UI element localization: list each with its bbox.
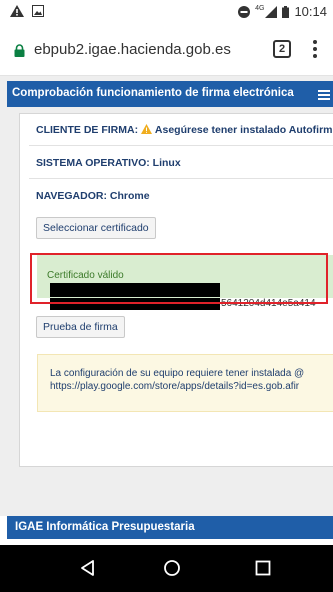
client-label: CLIENTE DE FIRMA: [36,124,139,136]
address-bar[interactable]: ebpub2.igae.hacienda.gob.es [34,41,231,58]
configuration-notice: La configuración de su equipo requiere t… [37,354,333,412]
tab-switcher-button[interactable]: 2 [273,40,291,58]
warning-notification-icon [10,5,24,17]
os-label: SISTEMA OPERATIVO: [36,157,150,169]
client-value: Asegúrese tener instalado Autofirm [154,124,333,136]
signal-icon [265,5,278,18]
recents-icon[interactable] [253,558,273,578]
browser-row: NAVEGADOR: Chrome [36,190,150,202]
hamburger-menu-icon[interactable] [318,90,330,102]
notice-text: La configuración de su equipo requiere t… [50,368,305,379]
os-row: SISTEMA OPERATIVO: Linux [36,157,181,169]
browser-toolbar: ebpub2.igae.hacienda.gob.es 2 [0,26,333,76]
page-title: Comprobación funcionamiento de firma ele… [12,87,294,99]
test-signature-button[interactable]: Prueba de firma [36,316,125,338]
footer-title: IGAE Informática Presupuestaria [15,521,195,533]
select-certificate-button[interactable]: Seleccionar certificado [36,217,156,239]
back-icon[interactable] [78,558,98,578]
autofirma-store-link[interactable]: https://play.google.com/store/apps/detai… [50,381,299,392]
os-value: Linux [149,157,181,169]
status-bar: 4G 10:14 [0,0,333,26]
image-notification-icon [32,5,44,17]
divider [29,145,333,146]
do-not-disturb-icon [238,5,251,18]
home-icon[interactable] [162,558,182,578]
highlight-annotation-box [30,253,328,304]
browser-value: Chrome [106,190,150,202]
browser-label: NAVEGADOR: [36,190,107,202]
clock: 10:14 [294,4,327,19]
battery-icon [282,5,290,18]
page-footer: IGAE Informática Presupuestaria [7,516,333,539]
client-row: CLIENTE DE FIRMA: Asegúrese tener instal… [36,124,333,136]
warning-icon [141,124,152,134]
android-navigation-bar [0,545,333,592]
network-type: 4G [255,5,265,12]
lock-icon [14,44,25,57]
browser-menu-icon[interactable] [310,38,320,60]
divider [29,178,333,179]
page-header: Comprobación funcionamiento de firma ele… [7,81,333,107]
